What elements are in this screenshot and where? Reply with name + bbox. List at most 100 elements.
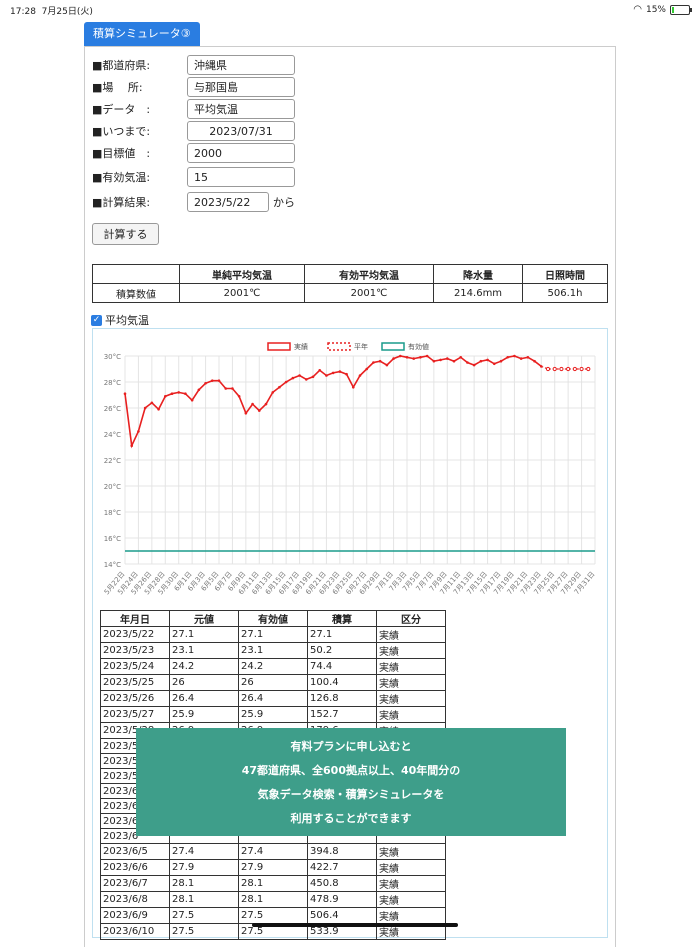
effective-temp-field[interactable]: 15: [187, 167, 295, 187]
target-field[interactable]: 2000: [187, 143, 295, 163]
data-field[interactable]: 平均気温: [187, 99, 295, 119]
premium-plan-banner[interactable]: 有料プランに申し込むと 47都道府県、全600拠点以上、40年間分の 気象データ…: [136, 728, 566, 836]
table-cell: 24.2: [169, 658, 239, 675]
until-date-field[interactable]: 2023/07/31: [187, 121, 295, 141]
actual-point: [459, 356, 463, 359]
prefecture-field[interactable]: 沖縄県: [187, 55, 295, 75]
actual-point: [197, 388, 201, 392]
actual-point: [358, 374, 362, 377]
table-cell: 152.7: [307, 706, 377, 723]
y-tick-label: 30°C: [104, 353, 121, 361]
actual-point: [284, 380, 288, 384]
actual-point: [513, 354, 516, 358]
table-cell: 2023/6/7: [100, 875, 170, 892]
actual-point: [291, 376, 295, 380]
actual-point: [425, 354, 429, 358]
normal-point: [545, 366, 551, 372]
table-cell: 74.4: [307, 658, 377, 675]
table-cell: 27.1: [307, 626, 377, 643]
y-tick-label: 14°C: [104, 561, 121, 569]
table-cell: 28.1: [169, 875, 239, 892]
actual-point: [325, 374, 328, 377]
table-cell: 28.1: [238, 891, 308, 908]
table-row: 2023/6/7 28.1 28.1 450.8 実績: [100, 875, 446, 892]
result-label: ■計算結果:: [92, 196, 151, 209]
target-label: ■目標値 :: [92, 147, 151, 160]
summary-row: 積算数値 2001℃ 2001℃ 214.6mm 506.1h: [92, 283, 608, 303]
table-cell: 27.4: [169, 843, 239, 860]
actual-point: [251, 402, 254, 406]
until-label: ■いつまで:: [92, 125, 151, 138]
actual-point: [499, 359, 503, 363]
table-cell: 実績: [376, 642, 446, 659]
y-tick-label: 24°C: [104, 431, 121, 439]
summary-header-row: 単純平均気温 有効平均気温 降水量 日照時間: [92, 264, 608, 284]
battery-icon: [670, 4, 692, 15]
table-cell: 100.4: [307, 674, 377, 691]
table-cell: 506.4: [307, 907, 377, 924]
banner-line: 気象データ検索・積算シミュレータを: [257, 788, 445, 801]
actual-point: [271, 391, 275, 394]
effective-row: ■有効気温: 15: [92, 167, 295, 187]
actual-point: [378, 359, 382, 363]
normal-point: [566, 366, 571, 372]
data-table-header-row: 年月日 元値 有効値 積算 区分: [100, 610, 446, 627]
checkmark-icon: ✓: [91, 314, 102, 326]
table-row: 2023/5/27 25.9 25.9 152.7 実績: [100, 706, 446, 723]
table-row: 2023/5/25 26 26 100.4 実績: [100, 674, 446, 691]
actual-point: [298, 374, 301, 377]
actual-point: [237, 395, 241, 398]
actual-point: [398, 354, 402, 358]
table-cell: 実績: [376, 843, 446, 860]
table-cell: 27.1: [238, 626, 308, 643]
actual-point: [177, 391, 181, 394]
average-temp-checkbox-label: 平均気温: [105, 314, 149, 327]
actual-series-line: [124, 355, 542, 449]
summary-table: 単純平均気温 有効平均気温 降水量 日照時間 積算数値 2001℃ 2001℃ …: [92, 264, 608, 303]
table-cell: 実績: [376, 674, 446, 691]
average-temp-checkbox[interactable]: ✓ 平均気温: [91, 312, 149, 328]
home-indicator[interactable]: [252, 923, 458, 927]
actual-point: [472, 363, 476, 367]
normal-point: [552, 366, 557, 372]
table-cell: 27.9: [238, 859, 308, 876]
table-cell: 2023/6/10: [100, 923, 170, 940]
calculate-button[interactable]: 計算する: [92, 223, 159, 245]
actual-point: [452, 359, 456, 363]
actual-point: [479, 359, 483, 363]
table-cell: 26.4: [238, 690, 308, 707]
legend-swatch: [381, 342, 405, 351]
data-table-header: 有効値: [238, 610, 308, 627]
table-cell: 394.8: [307, 843, 377, 860]
actual-point: [311, 375, 315, 379]
table-cell: 50.2: [307, 642, 377, 659]
actual-point: [412, 357, 416, 360]
table-cell: 実績: [376, 907, 446, 924]
result-start-date-field[interactable]: 2023/5/22: [187, 192, 269, 212]
table-cell: 23.1: [169, 642, 239, 659]
actual-point: [432, 359, 436, 363]
table-cell: 実績: [376, 859, 446, 876]
summary-cell: 2001℃: [179, 283, 305, 303]
place-field[interactable]: 与那国島: [187, 77, 295, 97]
actual-point: [204, 382, 207, 385]
table-cell: 2023/5/27: [100, 706, 170, 723]
actual-point: [419, 356, 422, 359]
status-time-date: 17:28 7月25日(火): [10, 7, 93, 17]
actual-point: [439, 358, 442, 362]
y-tick-label: 20°C: [104, 483, 121, 491]
table-cell: 2023/6/6: [100, 859, 170, 876]
summary-header-cell: 単純平均気温: [179, 264, 305, 284]
table-row: 2023/6/9 27.5 27.5 506.4 実績: [100, 907, 446, 924]
summary-cell: 積算数値: [92, 283, 180, 303]
legend-label: 実績: [294, 342, 308, 351]
legend-swatch: [327, 342, 351, 351]
effective-label: ■有効気温:: [92, 171, 151, 184]
actual-point: [143, 406, 147, 410]
simulator-title-tab[interactable]: 積算シミュレータ③: [84, 22, 200, 46]
table-cell: 実績: [376, 875, 446, 892]
actual-point: [486, 358, 489, 362]
summary-cell: 506.1h: [522, 283, 608, 303]
table-cell: 2023/5/25: [100, 674, 170, 691]
actual-point: [264, 402, 268, 406]
